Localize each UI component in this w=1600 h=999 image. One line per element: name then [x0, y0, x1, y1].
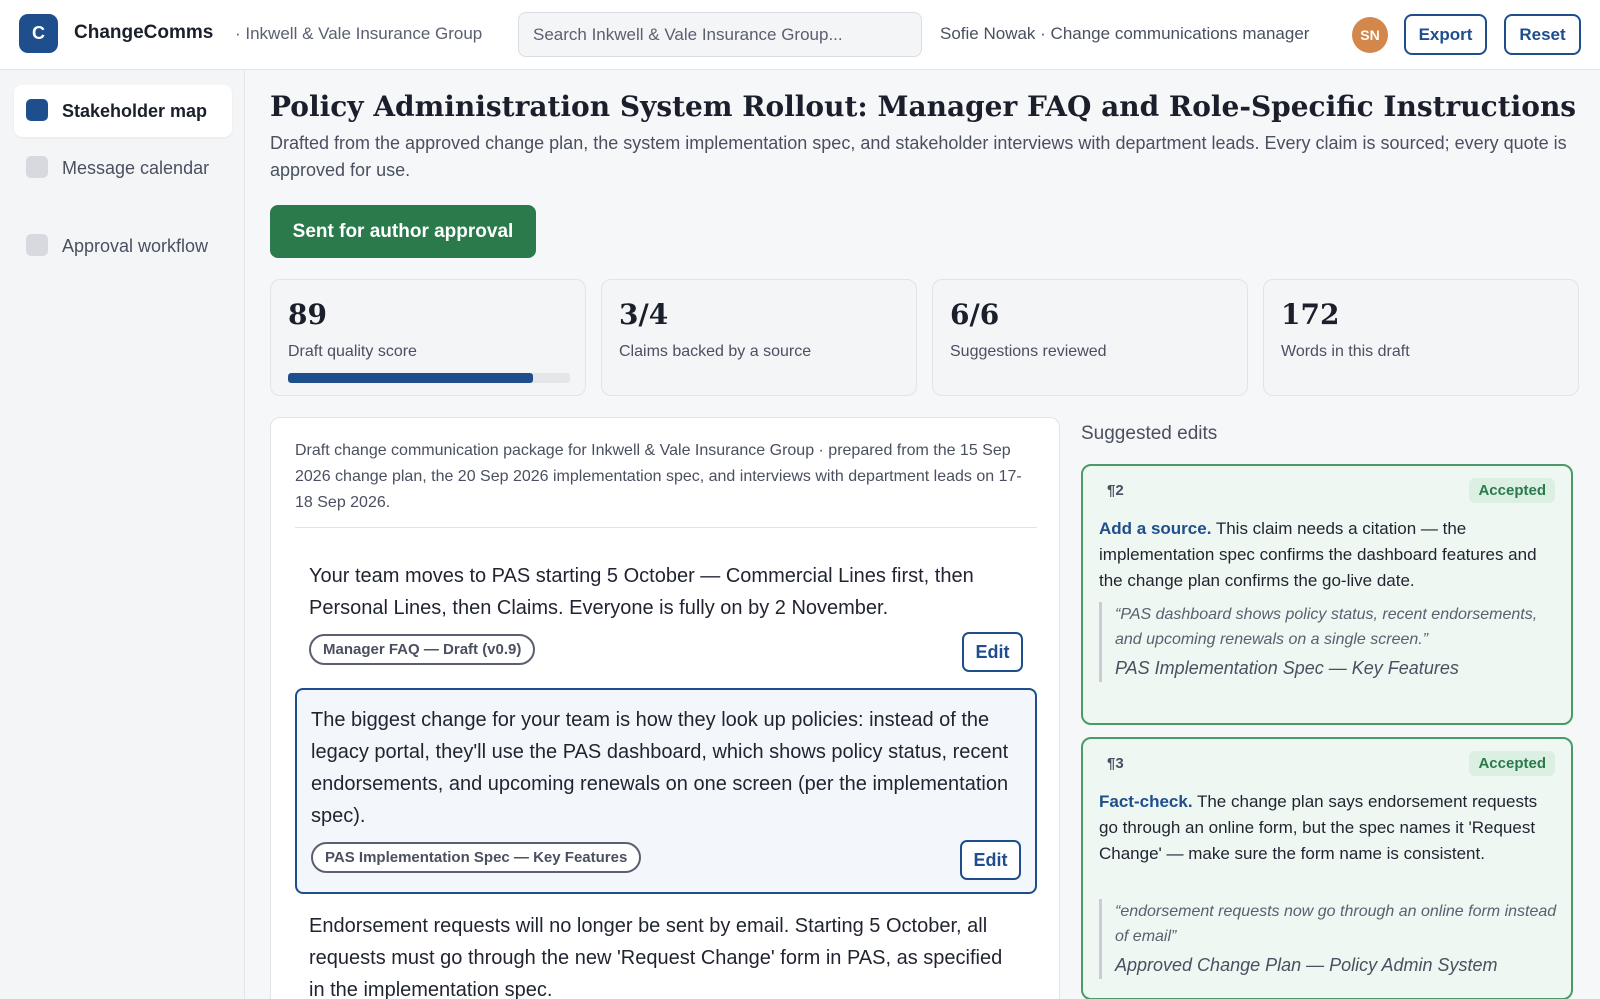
draft-paragraph-selected[interactable]: The biggest change for your team is how … — [295, 688, 1037, 894]
sidebar-item-approval-workflow[interactable]: Approval workflow — [14, 220, 232, 272]
stakeholder-map-icon — [26, 99, 48, 121]
draft-paragraph[interactable]: Endorsement requests will no longer be s… — [295, 896, 1037, 999]
draft-panel: Draft change communication package for I… — [270, 417, 1060, 999]
stat-card-quality: 89 Draft quality score — [270, 279, 586, 396]
suggestion-paragraph-ref: ¶3 — [1107, 755, 1124, 772]
suggestion-quote: “endorsement requests now go through an … — [1099, 899, 1557, 979]
suggestion-kind: Add a source. — [1099, 519, 1212, 538]
suggestion-body: Add a source. This claim needs a citatio… — [1099, 516, 1557, 594]
stat-value: 3/4 — [619, 298, 669, 331]
suggestion-paragraph-ref: ¶2 — [1107, 482, 1124, 499]
sidebar-item-message-calendar[interactable]: Message calendar — [14, 142, 232, 194]
stat-card-words: 172 Words in this draft — [1263, 279, 1579, 396]
stat-value: 6/6 — [950, 298, 1000, 331]
org-name: · Inkwell & Vale Insurance Group — [235, 24, 483, 43]
edit-button[interactable]: Edit — [962, 632, 1023, 672]
sidebar-item-stakeholder-map[interactable]: Stakeholder map — [14, 85, 232, 137]
paragraph-text: Your team moves to PAS starting 5 Octobe… — [309, 565, 974, 619]
avatar[interactable]: SN — [1352, 17, 1388, 53]
paragraph-footer: Manager FAQ — Draft (v0.9) Edit — [309, 632, 1023, 672]
sidebar-item-label: Message calendar — [62, 158, 210, 178]
stat-card-suggestions: 6/6 Suggestions reviewed — [932, 279, 1248, 396]
sidebar-item-label: Stakeholder map — [62, 101, 208, 121]
quote-text: “PAS dashboard shows policy status, rece… — [1115, 606, 1538, 648]
source-chip[interactable]: PAS Implementation Spec — Key Features — [311, 842, 642, 873]
draft-meta: Draft change communication package for I… — [295, 442, 1022, 511]
reset-button[interactable]: Reset — [1504, 14, 1581, 55]
paragraph-text: The biggest change for your team is how … — [311, 709, 1009, 827]
divider — [295, 527, 1037, 528]
page-title: Policy Administration System Rollout: Ma… — [270, 90, 1577, 123]
stat-label: Words in this draft — [1281, 343, 1410, 360]
stat-value: 172 — [1281, 298, 1340, 331]
suggestions-heading: Suggested edits — [1081, 423, 1218, 444]
calendar-icon — [26, 156, 48, 178]
app-name: ChangeComms — [74, 22, 214, 43]
export-button[interactable]: Export — [1404, 14, 1487, 55]
status-badge: Accepted — [1469, 751, 1555, 776]
user-info: Sofie Nowak · Change communications mana… — [940, 24, 1310, 43]
quote-text: “endorsement requests now go through an … — [1115, 903, 1557, 945]
stat-value: 89 — [288, 298, 327, 331]
paragraph-footer: PAS Implementation Spec — Key Features E… — [311, 840, 1021, 880]
page-subtitle: Drafted from the approved change plan, t… — [270, 133, 1567, 180]
suggestion-card[interactable]: ¶3 Accepted Fact-check. The change plan … — [1081, 737, 1573, 999]
source-chip[interactable]: Manager FAQ — Draft (v0.9) — [309, 634, 536, 665]
sidebar: Stakeholder map Message calendar Approva… — [0, 70, 245, 999]
stat-label: Suggestions reviewed — [950, 343, 1107, 360]
status-badge: Accepted — [1469, 478, 1555, 503]
search-input[interactable] — [518, 12, 922, 57]
top-bar: C ChangeComms · Inkwell & Vale Insurance… — [0, 0, 1600, 70]
quote-source: Approved Change Plan — Policy Admin Syst… — [1115, 955, 1498, 975]
edit-button[interactable]: Edit — [960, 840, 1021, 880]
quality-progress-fill — [288, 373, 534, 383]
draft-paragraph[interactable]: Your team moves to PAS starting 5 Octobe… — [295, 546, 1037, 684]
sidebar-item-label: Approval workflow — [62, 236, 209, 256]
quality-progress-bar — [288, 373, 570, 383]
suggestion-body: Fact-check. The change plan says endorse… — [1099, 789, 1557, 867]
suggestion-quote: “PAS dashboard shows policy status, rece… — [1099, 602, 1557, 682]
workflow-icon — [26, 234, 48, 256]
app-logo[interactable]: C — [19, 14, 58, 53]
stat-card-claims: 3/4 Claims backed by a source — [601, 279, 917, 396]
paragraph-text: Endorsement requests will no longer be s… — [309, 915, 1003, 999]
quote-source: PAS Implementation Spec — Key Features — [1115, 658, 1459, 678]
suggestion-card[interactable]: ¶2 Accepted Add a source. This claim nee… — [1081, 464, 1573, 725]
stat-label: Claims backed by a source — [619, 343, 812, 360]
suggestion-kind: Fact-check. — [1099, 792, 1193, 811]
stat-label: Draft quality score — [288, 343, 417, 360]
approval-status-button[interactable]: Sent for author approval — [270, 205, 536, 258]
